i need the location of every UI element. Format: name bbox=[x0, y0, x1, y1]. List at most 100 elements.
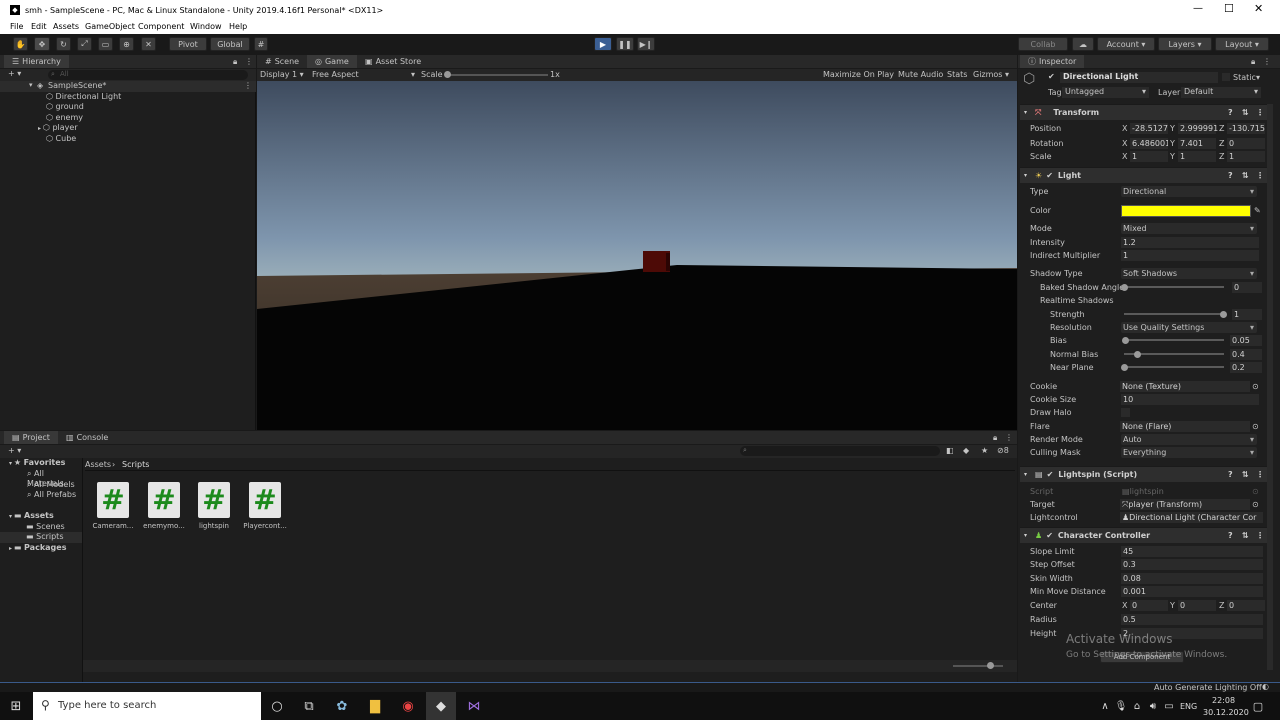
expand-arrow-icon[interactable]: ▾ bbox=[29, 81, 33, 89]
breadcrumb-scripts[interactable]: Scripts bbox=[122, 460, 149, 469]
component-menu-icon[interactable]: ⋮ bbox=[1256, 470, 1264, 479]
inspector-scrollbar[interactable] bbox=[1267, 104, 1273, 670]
icon-size-slider-knob[interactable] bbox=[987, 662, 994, 669]
scene-menu-icon[interactable]: ⋮ bbox=[244, 81, 252, 90]
rect-tool-button[interactable]: ▭ bbox=[98, 37, 113, 51]
tab-project[interactable]: ▤ Project bbox=[4, 431, 58, 444]
global-toggle[interactable]: Global bbox=[210, 37, 250, 51]
eyedropper-icon[interactable]: ✎ bbox=[1254, 206, 1261, 215]
visual-studio-icon[interactable]: ⋈ bbox=[466, 698, 482, 714]
task-view-icon[interactable]: ⧉ bbox=[301, 698, 317, 714]
maximize-on-play-toggle[interactable]: Maximize On Play bbox=[823, 70, 894, 79]
collab-dropdown[interactable]: Collab bbox=[1018, 37, 1068, 51]
favorite-all-prefabs[interactable]: ⌕ All Prefabs bbox=[27, 490, 76, 500]
gizmos-dropdown[interactable]: Gizmos ▾ bbox=[973, 70, 1009, 79]
minmove-field[interactable]: 0.001 bbox=[1121, 586, 1263, 597]
cookie-field[interactable]: None (Texture) bbox=[1120, 381, 1250, 392]
light-enabled-checkbox[interactable]: ✔ bbox=[1046, 171, 1053, 180]
network-icon[interactable]: ⌂ bbox=[1129, 698, 1145, 714]
menu-assets[interactable]: Assets bbox=[53, 22, 79, 31]
tab-console[interactable]: ▥ Console bbox=[58, 431, 116, 444]
component-menu-icon[interactable]: ⋮ bbox=[1256, 108, 1264, 117]
baked-angle-slider[interactable] bbox=[1124, 286, 1224, 288]
aspect-dropdown[interactable]: Free Aspect ▾ bbox=[312, 70, 415, 79]
radius-field[interactable]: 0.5 bbox=[1121, 614, 1263, 625]
play-button[interactable]: ▶ bbox=[594, 37, 612, 51]
menu-kebab-icon[interactable]: ⋮ bbox=[245, 57, 253, 66]
step-button[interactable]: ▶❙ bbox=[637, 37, 655, 51]
hierarchy-item-player[interactable]: ▸ ⬡ player bbox=[38, 123, 78, 134]
rotate-tool-button[interactable]: ↻ bbox=[56, 37, 71, 51]
near-plane-slider[interactable] bbox=[1124, 366, 1224, 368]
scene-row[interactable]: ▾ ◈ SampleScene* ⋮ bbox=[0, 81, 256, 92]
close-button[interactable]: ✕ bbox=[1254, 2, 1263, 15]
object-picker-icon[interactable]: ⊙ bbox=[1252, 422, 1259, 431]
hidden-packages-icon[interactable]: ⊘8 bbox=[997, 446, 1009, 455]
stats-toggle[interactable]: Stats bbox=[947, 70, 967, 79]
create-button[interactable]: + ▾ bbox=[8, 446, 21, 455]
object-name-field[interactable]: Directional Light bbox=[1060, 72, 1218, 83]
tab-game[interactable]: ◎ Game bbox=[307, 55, 357, 68]
position-y-field[interactable]: 2.999991 bbox=[1178, 123, 1218, 134]
position-z-field[interactable]: -130.715 bbox=[1227, 123, 1265, 134]
mic-icon[interactable]: 🎙︎ bbox=[1113, 698, 1129, 714]
component-menu-icon[interactable]: ⋮ bbox=[1256, 531, 1264, 540]
cortana-icon[interactable]: ○ bbox=[269, 698, 285, 714]
scale-z-field[interactable]: 1 bbox=[1227, 151, 1265, 162]
normal-bias-field[interactable]: 0.4 bbox=[1230, 349, 1262, 360]
notification-icon[interactable]: ▢ bbox=[1250, 698, 1266, 714]
scale-tool-button[interactable]: ⤢ bbox=[77, 37, 92, 51]
pivot-toggle[interactable]: Pivot bbox=[169, 37, 207, 51]
collapse-arrow-icon[interactable]: ▾ bbox=[1024, 172, 1027, 179]
component-menu-icon[interactable]: ⋮ bbox=[1256, 171, 1264, 180]
asset-file-playercont[interactable]: # Playercont... bbox=[240, 482, 290, 530]
strength-knob[interactable] bbox=[1220, 311, 1227, 318]
speaker-icon[interactable]: 🔊︎ bbox=[1145, 698, 1161, 714]
presets-icon[interactable]: ⇅ bbox=[1242, 470, 1249, 479]
assets-root[interactable]: ▾ ▬ Assets bbox=[9, 511, 54, 520]
windows-start-icon[interactable]: ⊞ bbox=[8, 698, 24, 714]
account-dropdown[interactable]: Account ▾ bbox=[1097, 37, 1155, 51]
menu-edit[interactable]: Edit bbox=[31, 22, 47, 31]
minimize-button[interactable]: — bbox=[1193, 3, 1203, 14]
presets-icon[interactable]: ⇅ bbox=[1242, 171, 1249, 180]
flare-field[interactable]: None (Flare) bbox=[1120, 421, 1250, 432]
scale-slider[interactable] bbox=[444, 71, 548, 78]
help-icon[interactable]: ? bbox=[1228, 108, 1233, 117]
menu-kebab-icon[interactable]: ⋮ bbox=[1263, 57, 1271, 66]
tab-inspector[interactable]: ⓘ Inspector bbox=[1020, 55, 1085, 68]
mute-audio-toggle[interactable]: Mute Audio bbox=[898, 70, 943, 79]
snap-toggle[interactable]: # bbox=[254, 37, 268, 51]
rotation-y-field[interactable]: 7.401 bbox=[1178, 138, 1216, 149]
hierarchy-item-cube[interactable]: ⬡ Cube bbox=[46, 134, 76, 145]
static-dropdown-arrow[interactable]: ▾ bbox=[1256, 73, 1260, 82]
near-plane-knob[interactable] bbox=[1121, 364, 1128, 371]
filter-type-icon[interactable]: ◧ bbox=[946, 446, 954, 455]
lock-icon[interactable]: 🔒︎ bbox=[233, 57, 237, 67]
move-tool-button[interactable]: ✥ bbox=[34, 37, 50, 51]
language-indicator[interactable]: ENG bbox=[1180, 702, 1197, 711]
lightcontrol-field[interactable]: ♟ Directional Light (Character Cor bbox=[1120, 512, 1263, 523]
color-swatch[interactable] bbox=[1121, 204, 1251, 217]
folder-scripts[interactable]: ▬ Scripts bbox=[0, 532, 82, 543]
center-z-field[interactable]: 0 bbox=[1227, 600, 1265, 611]
static-checkbox[interactable] bbox=[1222, 73, 1230, 81]
unity-taskbar-icon[interactable]: ◆ bbox=[426, 692, 456, 720]
menu-kebab-icon[interactable]: ⋮ bbox=[1005, 433, 1013, 442]
menu-component[interactable]: Component bbox=[138, 22, 184, 31]
folder-scenes[interactable]: ▬ Scenes bbox=[26, 522, 65, 531]
lightspin-enabled-checkbox[interactable]: ✔ bbox=[1047, 470, 1054, 479]
active-checkbox[interactable]: ✔ bbox=[1048, 72, 1055, 81]
baked-angle-knob[interactable] bbox=[1121, 284, 1128, 291]
center-y-field[interactable]: 0 bbox=[1178, 600, 1216, 611]
clock-date[interactable]: 30.12.2020 bbox=[1203, 708, 1249, 717]
scale-y-field[interactable]: 1 bbox=[1178, 151, 1216, 162]
app-icon[interactable]: ✿ bbox=[334, 698, 350, 714]
resolution-dropdown[interactable]: Use Quality Settings bbox=[1121, 322, 1257, 333]
draw-halo-checkbox[interactable] bbox=[1121, 408, 1130, 417]
bias-field[interactable]: 0.05 bbox=[1230, 335, 1262, 346]
collapse-arrow-icon[interactable]: ▾ bbox=[1024, 109, 1027, 116]
cloud-button[interactable]: ☁ bbox=[1072, 37, 1094, 51]
favorite-star-icon[interactable]: ★ bbox=[981, 446, 988, 455]
game-viewport[interactable] bbox=[257, 81, 1017, 430]
